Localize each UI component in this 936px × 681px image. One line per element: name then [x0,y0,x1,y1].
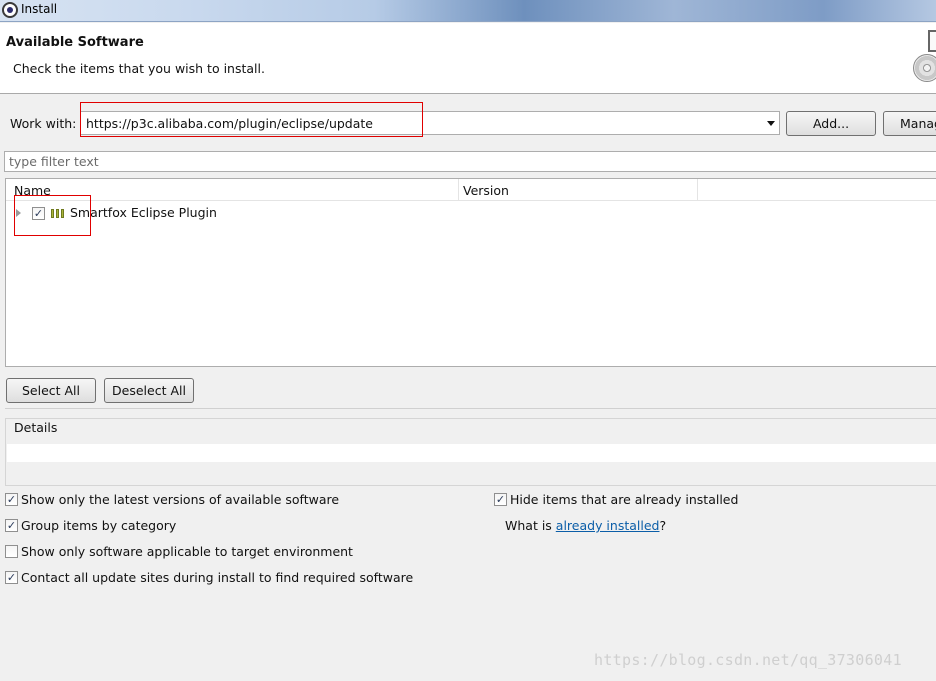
divider [5,408,936,409]
select-all-button[interactable]: Select All [6,378,96,403]
highlight-box-checkbox [14,195,91,236]
target-env-checkbox[interactable] [5,545,18,558]
latest-versions-label[interactable]: Show only the latest versions of availab… [21,492,339,507]
hide-installed-checkbox[interactable]: ✓ [494,493,507,506]
filter-placeholder: type filter text [9,154,99,169]
what-is-prefix: What is [505,518,556,533]
work-with-label: Work with: [10,116,77,131]
column-divider[interactable] [697,179,698,201]
watermark: https://blog.csdn.net/qq_37306041 [594,651,902,669]
already-installed-link[interactable]: already installed [556,518,660,533]
contact-sites-checkbox[interactable]: ✓ [5,571,18,584]
group-by-category-label[interactable]: Group items by category [21,518,176,533]
column-divider[interactable] [458,179,459,201]
software-table[interactable]: Name Version ✓ Smartfox Eclipse Plugin [5,178,936,367]
dropdown-arrow-icon[interactable] [767,121,775,126]
filter-input[interactable]: type filter text [4,151,936,172]
details-label: Details [14,420,58,435]
deselect-all-button[interactable]: Deselect All [104,378,194,403]
table-row-name[interactable]: Smartfox Eclipse Plugin [70,205,217,220]
what-is-installed-text: What is already installed? [505,518,666,533]
eclipse-icon [2,2,18,18]
highlight-box-url [80,102,423,137]
group-by-category-checkbox[interactable]: ✓ [5,519,18,532]
page-title: Available Software [6,35,144,50]
what-is-suffix: ? [659,518,667,533]
cd-icon [913,54,936,82]
title-bar: Install [0,0,936,22]
contact-sites-label[interactable]: Contact all update sites during install … [21,570,413,585]
page-description: Check the items that you wish to install… [13,61,265,76]
add-button[interactable]: Add... [786,111,876,136]
details-text-area [7,444,936,462]
wizard-header: Available Software Check the items that … [0,23,936,94]
manage-button[interactable]: Manag [883,111,936,136]
column-header-version[interactable]: Version [463,183,509,198]
target-env-label[interactable]: Show only software applicable to target … [21,544,353,559]
table-header: Name Version [6,179,936,201]
window-title: Install [21,2,58,16]
latest-versions-checkbox[interactable]: ✓ [5,493,18,506]
hide-installed-label[interactable]: Hide items that are already installed [510,492,738,507]
wizard-banner-icon [928,30,936,52]
